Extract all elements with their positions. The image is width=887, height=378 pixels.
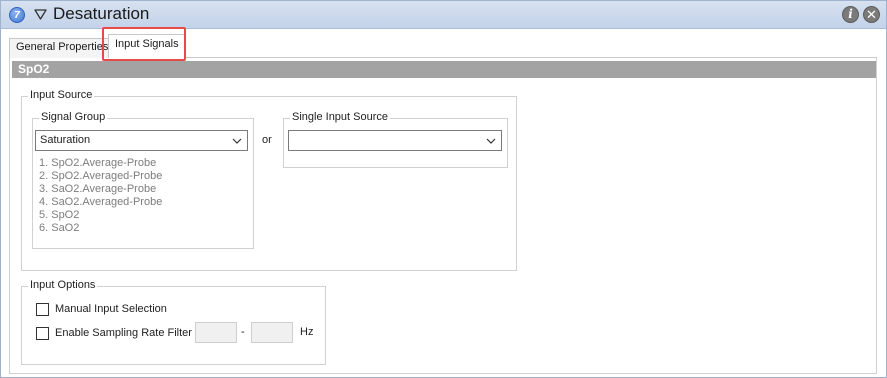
sampling-rate-filter-checkbox[interactable] bbox=[36, 327, 49, 340]
list-item: 1. SpO2.Average-Probe bbox=[39, 157, 157, 169]
chevron-down-icon bbox=[486, 138, 496, 144]
close-icon[interactable]: ✕ bbox=[863, 6, 880, 23]
list-item: 5. SpO2 bbox=[39, 209, 80, 221]
sampling-rate-min-input[interactable] bbox=[195, 322, 237, 343]
window-title: Desaturation bbox=[53, 4, 150, 23]
single-input-source-select[interactable] bbox=[288, 130, 502, 151]
list-item: 2. SpO2.Averaged-Probe bbox=[39, 170, 163, 182]
single-input-source-legend: Single Input Source bbox=[290, 111, 391, 123]
list-item: 3. SaO2.Average-Probe bbox=[39, 183, 157, 195]
manual-input-selection-checkbox[interactable] bbox=[36, 303, 49, 316]
signal-group-legend: Signal Group bbox=[39, 111, 108, 123]
section-header: SpO2 bbox=[12, 61, 876, 78]
hz-unit-label: Hz bbox=[300, 326, 314, 338]
range-dash: - bbox=[241, 326, 245, 338]
number-badge-icon: 7 bbox=[9, 7, 25, 23]
chevron-down-icon bbox=[232, 138, 242, 144]
info-icon[interactable]: i bbox=[842, 6, 859, 23]
list-item: 4. SaO2.Averaged-Probe bbox=[39, 196, 163, 208]
or-label: or bbox=[262, 134, 272, 146]
tab-general-properties[interactable]: General Properties bbox=[9, 38, 115, 58]
sampling-rate-max-input[interactable] bbox=[251, 322, 293, 343]
tab-highlight-box bbox=[102, 27, 186, 61]
collapse-triangle-icon[interactable] bbox=[34, 8, 47, 21]
signal-group-value: Saturation bbox=[40, 134, 91, 146]
sampling-rate-filter-label[interactable]: Enable Sampling Rate Filter bbox=[55, 327, 192, 339]
list-item: 6. SaO2 bbox=[39, 222, 80, 234]
manual-input-selection-label[interactable]: Manual Input Selection bbox=[55, 303, 167, 315]
input-source-legend: Input Source bbox=[28, 89, 95, 101]
input-options-legend: Input Options bbox=[28, 279, 98, 291]
title-bar: 7 Desaturation i ✕ bbox=[1, 1, 886, 29]
signal-group-select[interactable]: Saturation bbox=[35, 130, 248, 151]
signal-group-list: 1. SpO2.Average-Probe 2. SpO2.Averaged-P… bbox=[39, 157, 162, 235]
